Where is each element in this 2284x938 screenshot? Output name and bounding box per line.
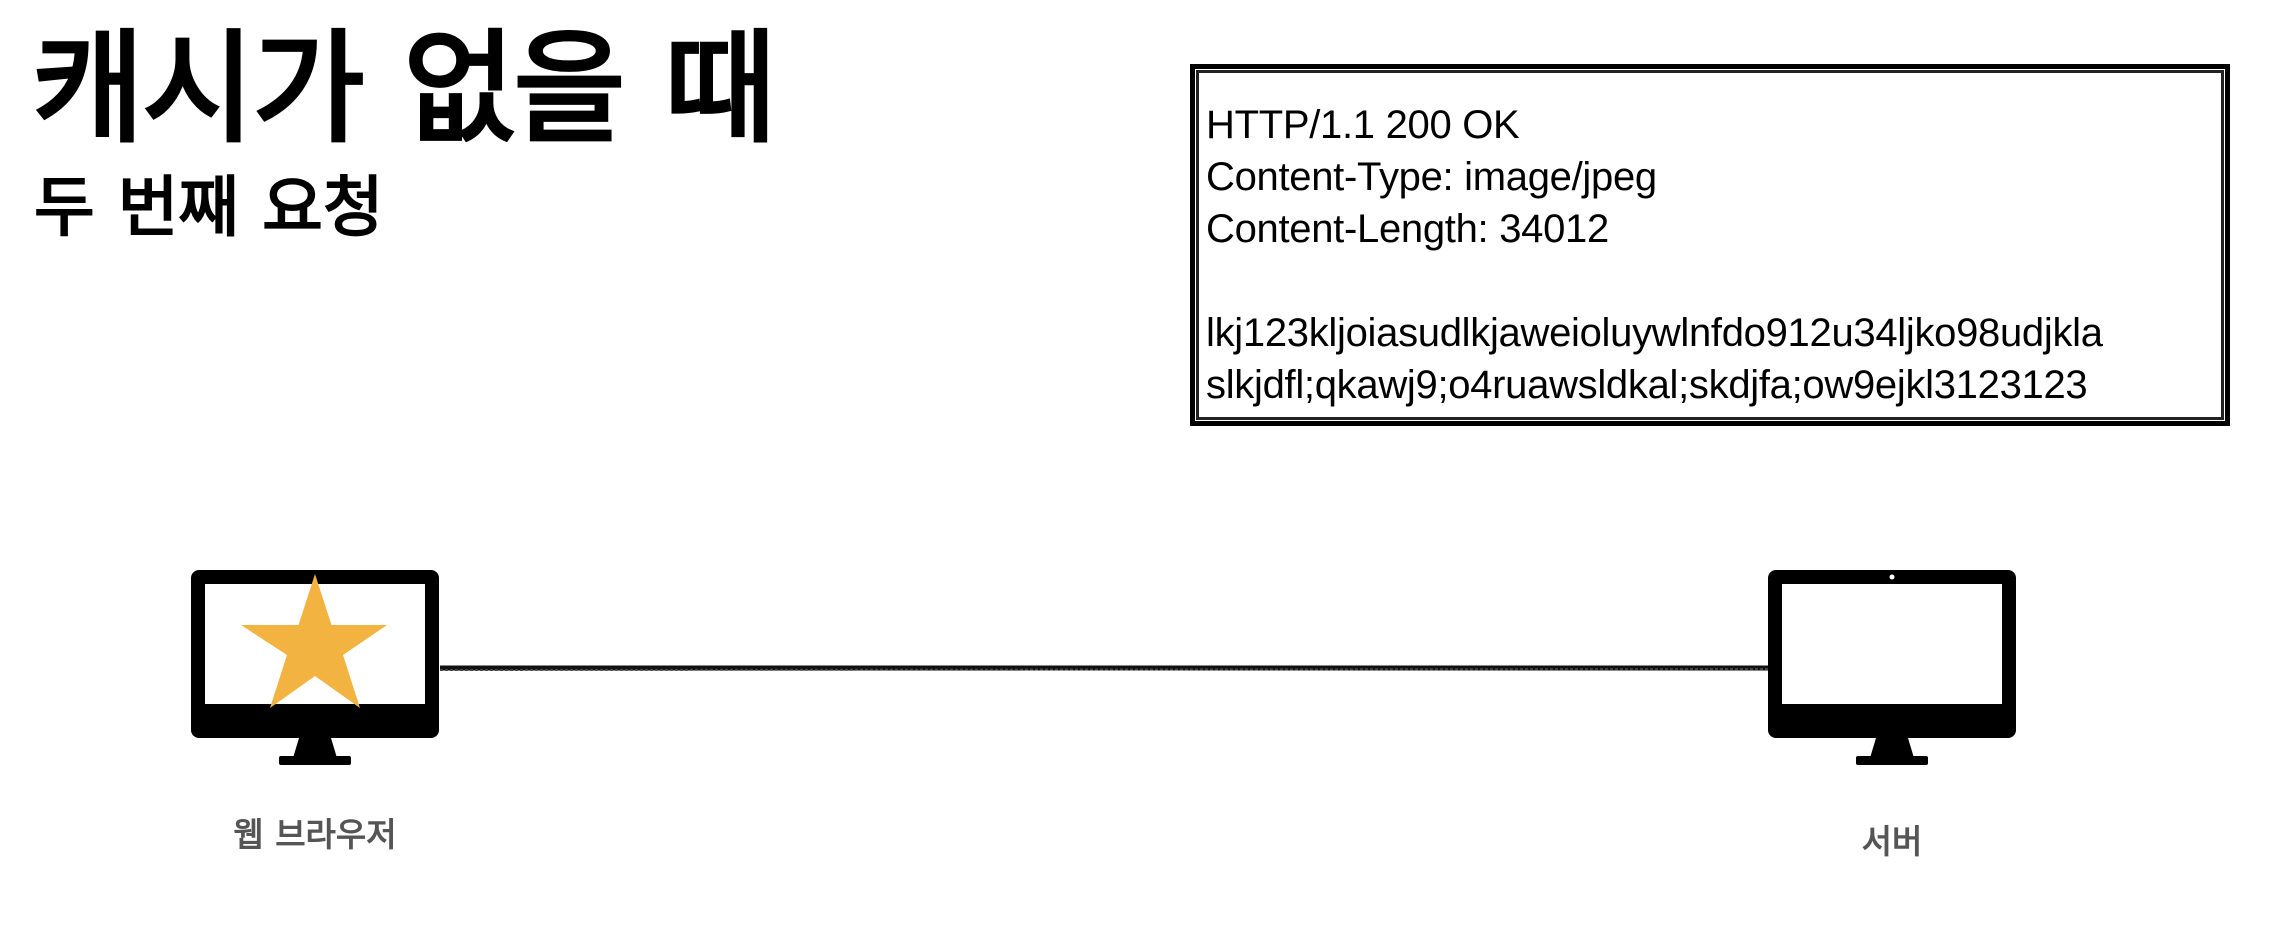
server-label: 서버: [1861, 822, 1923, 861]
monitor-icon: [191, 570, 439, 765]
client-label: 웹 브라우저: [233, 815, 397, 854]
server-monitor: [1768, 570, 2016, 770]
monitor-icon: [1768, 570, 2016, 765]
client-monitor: [191, 570, 439, 770]
connection-line: [439, 665, 1769, 671]
